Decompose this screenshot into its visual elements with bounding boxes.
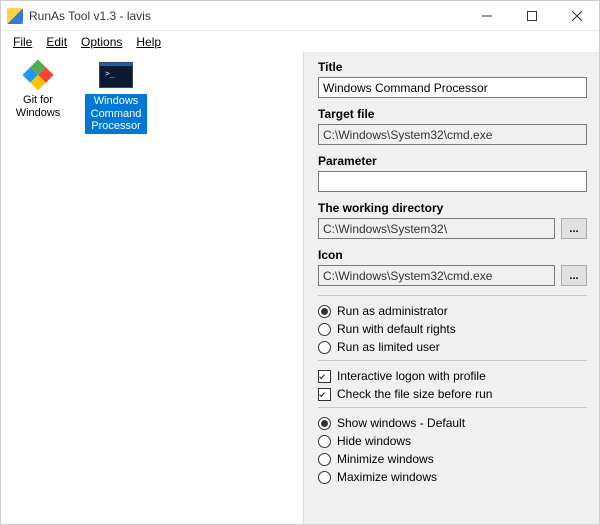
radio-icon — [318, 305, 331, 318]
radio-icon — [318, 417, 331, 430]
shortcut-list[interactable]: Git for Windows >_ Windows Command Proce… — [1, 52, 303, 524]
separator — [318, 295, 587, 296]
parameter-input[interactable] — [318, 171, 587, 192]
radio-icon — [318, 453, 331, 466]
radio-icon — [318, 323, 331, 336]
properties-panel: Title Target file Parameter The working … — [303, 52, 599, 524]
git-icon — [20, 60, 56, 90]
radio-icon — [318, 471, 331, 484]
radio-label: Run as limited user — [337, 340, 440, 354]
shortcut-item-cmd[interactable]: >_ Windows Command Processor — [83, 58, 149, 136]
radio-label: Minimize windows — [337, 452, 434, 466]
app-icon — [7, 8, 23, 24]
radio-label: Hide windows — [337, 434, 411, 448]
radio-window-hide[interactable]: Hide windows — [318, 434, 587, 448]
radio-icon — [318, 341, 331, 354]
check-interactive-logon[interactable]: Interactive logon with profile — [318, 369, 587, 383]
icon-browse-button[interactable]: ... — [561, 265, 587, 286]
title-input[interactable] — [318, 77, 587, 98]
radio-window-min[interactable]: Minimize windows — [318, 452, 587, 466]
parameter-label: Parameter — [318, 154, 587, 168]
icon-label: Icon — [318, 248, 587, 262]
cmd-icon: >_ — [98, 60, 134, 90]
target-input[interactable] — [318, 124, 587, 145]
title-bar: RunAs Tool v1.3 - lavis — [1, 1, 599, 31]
radio-window-show[interactable]: Show windows - Default — [318, 416, 587, 430]
workdir-label: The working directory — [318, 201, 587, 215]
maximize-button[interactable] — [509, 1, 554, 30]
checkbox-label: Interactive logon with profile — [337, 369, 486, 383]
checkbox-icon — [318, 370, 331, 383]
radio-label: Run as administrator — [337, 304, 448, 318]
radio-run-admin[interactable]: Run as administrator — [318, 304, 587, 318]
radio-label: Run with default rights — [337, 322, 456, 336]
workdir-browse-button[interactable]: ... — [561, 218, 587, 239]
shortcut-item-git[interactable]: Git for Windows — [5, 58, 71, 121]
checkbox-icon — [318, 388, 331, 401]
menu-file[interactable]: File — [7, 33, 38, 51]
menu-edit[interactable]: Edit — [40, 33, 73, 51]
check-file-size[interactable]: Check the file size before run — [318, 387, 587, 401]
close-button[interactable] — [554, 1, 599, 30]
title-label: Title — [318, 60, 587, 74]
checkbox-label: Check the file size before run — [337, 387, 492, 401]
radio-label: Maximize windows — [337, 470, 437, 484]
radio-label: Show windows - Default — [337, 416, 465, 430]
minimize-button[interactable] — [464, 1, 509, 30]
workdir-input[interactable] — [318, 218, 555, 239]
radio-icon — [318, 435, 331, 448]
window-title: RunAs Tool v1.3 - lavis — [29, 9, 151, 23]
menu-help[interactable]: Help — [130, 33, 167, 51]
shortcut-label: Windows Command Processor — [85, 94, 147, 134]
icon-input[interactable] — [318, 265, 555, 286]
window-controls — [464, 1, 599, 30]
menu-options[interactable]: Options — [75, 33, 128, 51]
separator — [318, 407, 587, 408]
target-label: Target file — [318, 107, 587, 121]
radio-run-limited[interactable]: Run as limited user — [318, 340, 587, 354]
separator — [318, 360, 587, 361]
radio-run-default[interactable]: Run with default rights — [318, 322, 587, 336]
shortcut-label: Git for Windows — [7, 94, 69, 119]
radio-window-max[interactable]: Maximize windows — [318, 470, 587, 484]
